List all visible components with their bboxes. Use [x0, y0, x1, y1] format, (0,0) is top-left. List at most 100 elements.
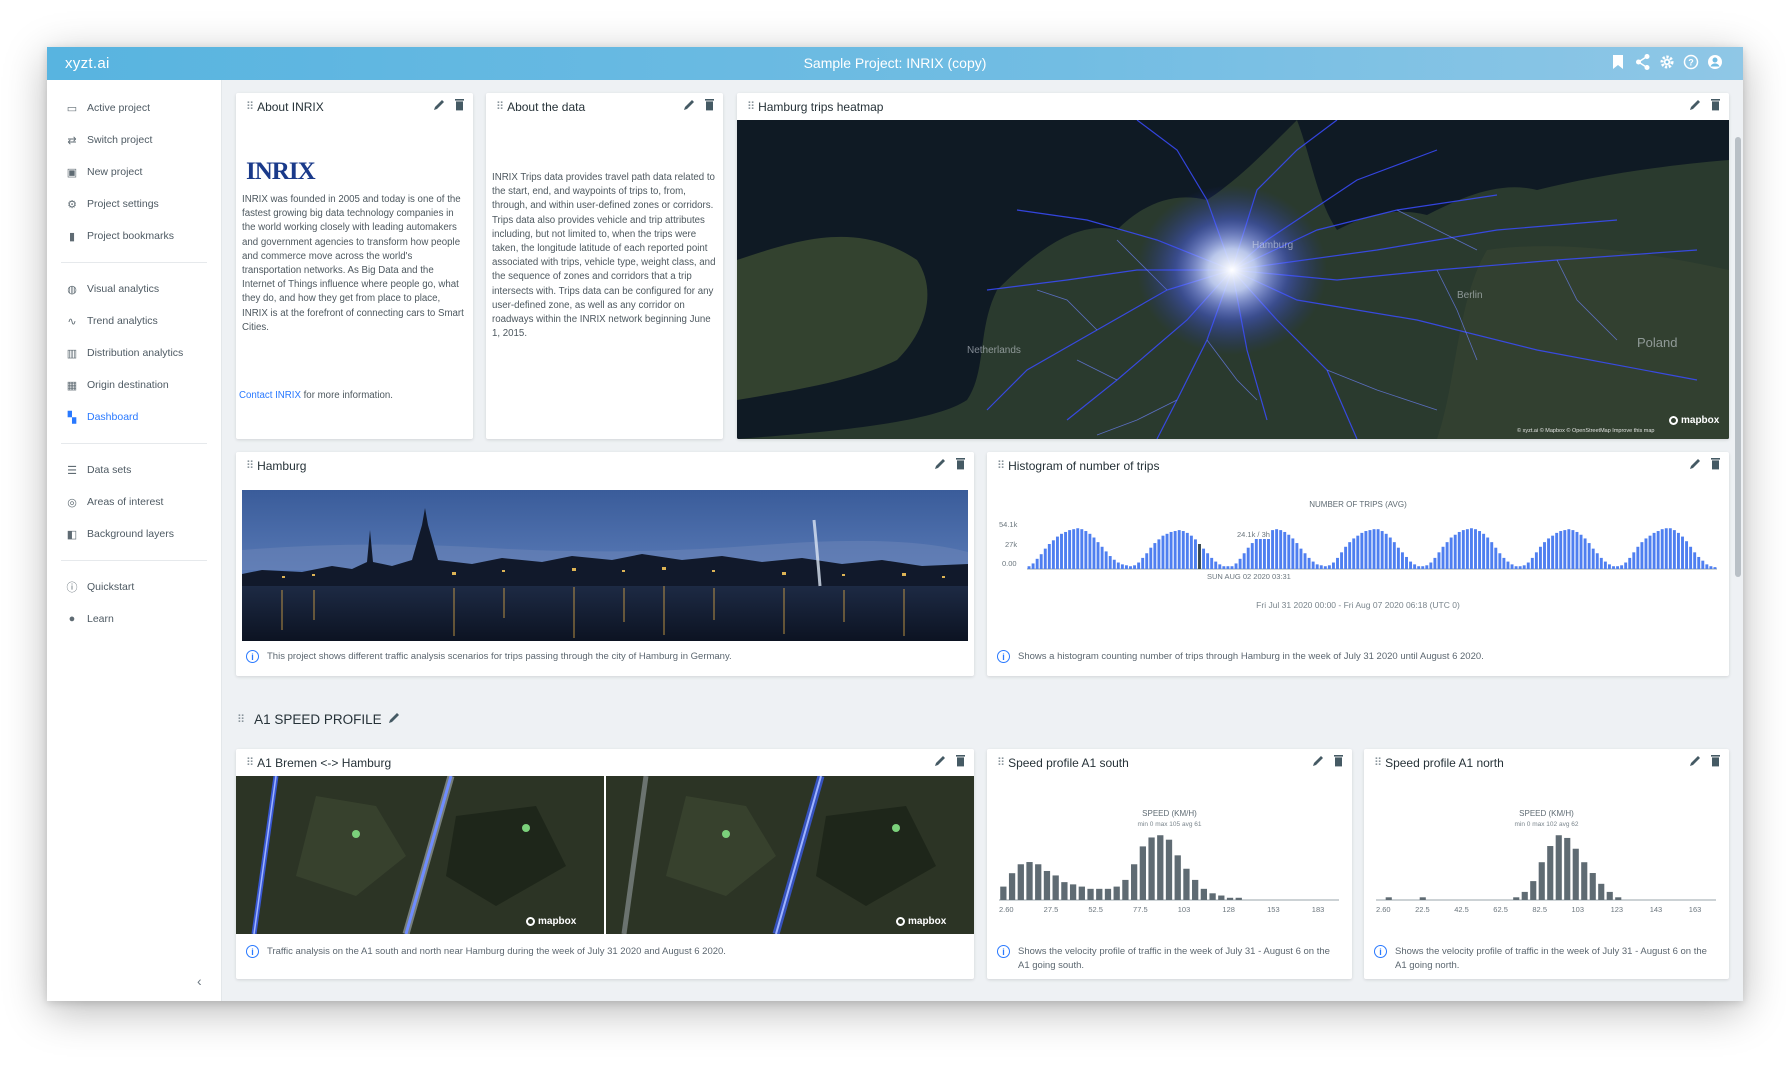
- help-icon[interactable]: ?: [1683, 53, 1699, 71]
- bar: [1405, 556, 1408, 569]
- speed-north-bars[interactable]: [1376, 829, 1716, 901]
- share-icon[interactable]: [1635, 53, 1651, 71]
- sidebar-item-label: New project: [87, 166, 143, 178]
- drag-handle-icon[interactable]: ⠿: [246, 459, 254, 472]
- bar: [1108, 556, 1112, 569]
- delete-icon[interactable]: [1710, 457, 1721, 470]
- histogram-card: ⠿ Histogram of number of trips NUMBER OF…: [987, 452, 1729, 676]
- sidebar-item-trend-analytics[interactable]: ∿ Trend analytics: [47, 305, 221, 337]
- bar: [1051, 540, 1055, 569]
- about-data-card: ⠿ About the data INRIX Trips data provid…: [486, 93, 723, 439]
- sidebar-item-dashboard[interactable]: ▚ Dashboard: [47, 401, 221, 433]
- sidebar-item-background-layers[interactable]: ◧ Background layers: [47, 518, 221, 550]
- bar: [1559, 531, 1563, 569]
- drag-handle-icon[interactable]: ⠿: [747, 100, 755, 113]
- sidebar-item-switch-project[interactable]: ⇄ Switch project: [47, 124, 221, 156]
- speed-south-card: ⠿ Speed profile A1 south SPEED (KM/H) mi…: [987, 749, 1352, 979]
- x-tick-label: 22.5: [1415, 905, 1430, 914]
- heatmap-map[interactable]: Poland Netherlands Hamburg Berlin mapbox…: [737, 120, 1729, 439]
- bar: [1620, 565, 1624, 569]
- drag-handle-icon[interactable]: ⠿: [997, 459, 1005, 472]
- a1-north-map[interactable]: mapbox: [606, 776, 974, 934]
- a1-south-map[interactable]: mapbox: [236, 776, 604, 934]
- drag-handle-icon[interactable]: ⠿: [246, 756, 254, 769]
- edit-section-icon[interactable]: [388, 711, 401, 727]
- bar: [1579, 534, 1583, 569]
- gear-icon: ⚙: [67, 198, 77, 211]
- bar: [1521, 891, 1528, 900]
- drag-handle-icon[interactable]: ⠿: [246, 100, 254, 113]
- map-attribution[interactable]: © xyzt.ai © Mapbox © OpenStreetMap Impro…: [1517, 428, 1655, 434]
- card-title: Speed profile A1 north: [1385, 755, 1504, 770]
- edit-icon[interactable]: [934, 754, 947, 767]
- bar: [1202, 548, 1206, 569]
- scrollbar[interactable]: [1735, 137, 1741, 577]
- edit-icon[interactable]: [1689, 98, 1702, 111]
- bar: [1209, 893, 1216, 900]
- sidebar-item-quickstart[interactable]: ⓘ Quickstart: [47, 571, 221, 603]
- collapse-sidebar-button[interactable]: ‹: [197, 973, 202, 989]
- sidebar-item-data-sets[interactable]: ☰ Data sets: [47, 454, 221, 486]
- x-tick-label: 183: [1311, 905, 1325, 914]
- bar: [1668, 528, 1672, 569]
- sidebar-item-project-settings[interactable]: ⚙ Project settings: [47, 188, 221, 220]
- edit-icon[interactable]: [1689, 457, 1702, 470]
- delete-icon[interactable]: [454, 98, 465, 111]
- speed-south-bars[interactable]: [999, 829, 1339, 901]
- bar: [1222, 566, 1226, 569]
- bar: [1283, 531, 1287, 569]
- card-actions: [934, 754, 966, 767]
- y-tick-zero: 0.00: [1002, 559, 1017, 568]
- bookmark-icon[interactable]: [1611, 53, 1627, 71]
- bar: [1096, 888, 1103, 900]
- delete-icon[interactable]: [955, 754, 966, 767]
- edit-icon[interactable]: [1312, 754, 1325, 767]
- card-actions: [1689, 457, 1721, 470]
- card-caption: i Shows a histogram counting number of t…: [997, 650, 1719, 664]
- edit-icon[interactable]: [433, 98, 446, 111]
- bar: [1027, 566, 1031, 569]
- sidebar-item-new-project[interactable]: ▣ New project: [47, 156, 221, 188]
- drag-handle-icon[interactable]: ⠿: [496, 100, 504, 113]
- bar: [1368, 530, 1372, 569]
- bar: [1376, 529, 1380, 569]
- sidebar-item-learn[interactable]: ● Learn: [47, 603, 221, 635]
- sidebar-item-areas-of-interest[interactable]: ◎ Areas of interest: [47, 486, 221, 518]
- nav-group: ⓘ Quickstart ● Learn: [47, 571, 221, 641]
- gear-icon[interactable]: [1659, 53, 1675, 71]
- folder-icon: ▭: [66, 102, 78, 115]
- satellite-graphic: [236, 776, 604, 934]
- card-header: ⠿ Speed profile A1 north: [1364, 749, 1729, 776]
- bar: [1441, 546, 1445, 569]
- bar: [1591, 548, 1595, 569]
- contact-inrix-link[interactable]: Contact INRIX: [239, 390, 301, 401]
- delete-icon[interactable]: [1710, 98, 1721, 111]
- bar: [1271, 530, 1275, 569]
- bar: [1372, 529, 1376, 569]
- sidebar-item-project-bookmarks[interactable]: ▮ Project bookmarks: [47, 220, 221, 252]
- bar: [1612, 566, 1615, 569]
- bar: [1043, 870, 1051, 900]
- x-tick-label: 42.5: [1454, 905, 1469, 914]
- delete-icon[interactable]: [1710, 754, 1721, 767]
- bar: [1547, 846, 1554, 900]
- x-tick-label: 103: [1571, 905, 1585, 914]
- drag-handle-icon[interactable]: ⠿: [997, 756, 1005, 769]
- drag-handle-icon[interactable]: ⠿: [237, 713, 245, 726]
- sidebar-item-active-project[interactable]: ▭ Active project: [47, 92, 221, 124]
- sidebar-item-origin-destination[interactable]: ▦ Origin destination: [47, 369, 221, 401]
- account-icon[interactable]: [1707, 53, 1723, 71]
- delete-icon[interactable]: [1333, 754, 1344, 767]
- delete-icon[interactable]: [704, 98, 715, 111]
- hamburg-skyline-image: [242, 490, 968, 641]
- bar: [1453, 534, 1457, 569]
- edit-icon[interactable]: [934, 457, 947, 470]
- edit-icon[interactable]: [1689, 754, 1702, 767]
- histogram-bars[interactable]: [1027, 522, 1717, 570]
- delete-icon[interactable]: [955, 457, 966, 470]
- drag-handle-icon[interactable]: ⠿: [1374, 756, 1382, 769]
- edit-icon[interactable]: [683, 98, 696, 111]
- bar: [1676, 532, 1680, 569]
- sidebar-item-distribution-analytics[interactable]: ▥ Distribution analytics: [47, 337, 221, 369]
- sidebar-item-visual-analytics[interactable]: ◍ Visual analytics: [47, 273, 221, 305]
